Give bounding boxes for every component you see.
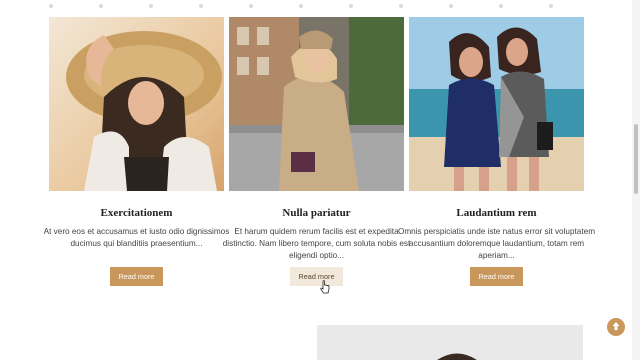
- woman-beige-trench-coat-photo[interactable]: [229, 17, 404, 191]
- page-scrollbar[interactable]: [632, 0, 640, 360]
- blog-card: Exercitationem At vero eos et accusamus …: [44, 17, 229, 297]
- read-more-button[interactable]: Read more: [290, 267, 343, 286]
- top-divider-dots: [0, 0, 640, 12]
- blog-card: Laudantium rem Omnis perspiciatis unde i…: [398, 17, 595, 297]
- card-description: Omnis perspiciatis unde iste natus error…: [397, 227, 596, 260]
- next-section-image: [317, 325, 583, 360]
- read-more-button[interactable]: Read more: [110, 267, 163, 286]
- card-title[interactable]: Exercitationem: [39, 207, 234, 219]
- card-title[interactable]: Laudantium rem: [399, 207, 594, 219]
- scrollbar-thumb[interactable]: [634, 124, 638, 194]
- blog-card: Nulla pariatur Et harum quidem rerum fac…: [223, 17, 410, 297]
- arrow-up-circle-icon: [611, 318, 621, 336]
- woman-straw-hat-photo[interactable]: [49, 17, 224, 191]
- back-to-top-button[interactable]: [607, 318, 625, 336]
- card-description: At vero eos et accusamus et iusto odio d…: [43, 227, 230, 248]
- read-more-button[interactable]: Read more: [470, 267, 523, 286]
- card-description: Et harum quidem rerum facilis est et exp…: [222, 227, 411, 260]
- mouse-pointer-icon: [320, 280, 330, 294]
- blog-cards-row: Exercitationem At vero eos et accusamus …: [44, 17, 595, 297]
- card-title[interactable]: Nulla pariatur: [219, 207, 414, 219]
- two-women-beach-photo[interactable]: [409, 17, 584, 191]
